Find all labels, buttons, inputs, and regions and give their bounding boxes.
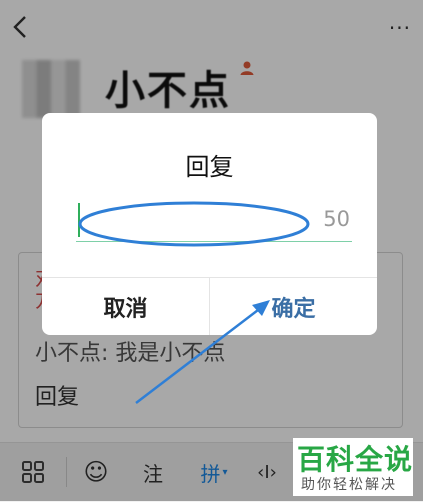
char-counter: 50: [323, 207, 350, 231]
screen: ··· 小不点 对方 小不点: 我是小不点 回复 ☺ 注 拼 ▾ ‹I› 回复: [0, 0, 423, 502]
reply-dialog: 回复 50 取消 确定: [42, 113, 377, 335]
dialog-title: 回复: [185, 153, 234, 181]
cancel-button[interactable]: 取消: [42, 278, 209, 335]
watermark-title: 百科全说: [297, 443, 414, 476]
reply-input[interactable]: 50: [76, 199, 352, 242]
confirm-button[interactable]: 确定: [210, 278, 377, 335]
watermark: 百科全说 助你轻松解决: [293, 438, 413, 496]
text-cursor: [78, 203, 80, 237]
watermark-subtitle: 助你轻松解决: [301, 477, 397, 493]
